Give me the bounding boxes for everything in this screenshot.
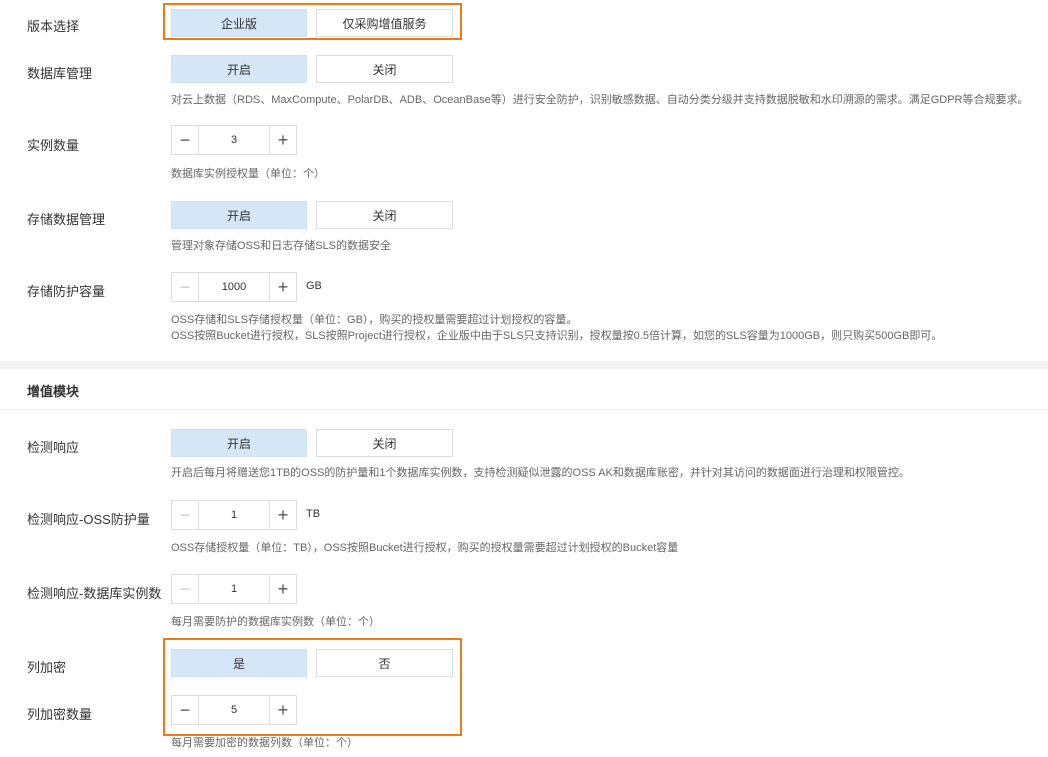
detect-oss-value[interactable]: 1 bbox=[198, 501, 270, 529]
storage-capacity-description-2: OSS按照Bucket进行授权，SLS按照Project进行授权，企业版中由于S… bbox=[171, 330, 943, 342]
db-management-on-button[interactable]: 开启 bbox=[171, 55, 307, 83]
db-management-label: 数据库管理 bbox=[27, 66, 93, 81]
plus-icon[interactable]: + bbox=[270, 126, 296, 154]
plus-icon[interactable]: + bbox=[270, 273, 296, 301]
detect-oss-label: 检测响应-OSS防护量 bbox=[27, 512, 150, 527]
minus-icon[interactable]: − bbox=[172, 126, 198, 154]
storage-capacity-description-1: OSS存储和SLS存储授权量（单位：GB），购买的授权量需要超过计划授权的容量。 bbox=[171, 314, 578, 326]
storage-management-label: 存储数据管理 bbox=[27, 212, 106, 227]
detect-response-off-button[interactable]: 关闭 bbox=[316, 429, 453, 457]
detect-db-label: 检测响应-数据库实例数 bbox=[27, 586, 162, 601]
detect-db-stepper[interactable]: − 1 + bbox=[171, 574, 297, 604]
storage-capacity-stepper[interactable]: − 1000 + bbox=[171, 272, 297, 302]
column-encrypt-count-label: 列加密数量 bbox=[27, 707, 93, 722]
column-encrypt-highlight-box bbox=[163, 638, 462, 736]
plus-icon[interactable]: + bbox=[270, 501, 296, 529]
instance-count-description: 数据库实例授权量（单位：个） bbox=[171, 168, 325, 180]
storage-management-description: 管理对象存储OSS和日志存储SLS的数据安全 bbox=[171, 240, 392, 252]
plus-icon[interactable]: + bbox=[270, 575, 296, 603]
storage-management-off-button[interactable]: 关闭 bbox=[316, 201, 453, 229]
instance-count-stepper[interactable]: − 3 + bbox=[171, 125, 297, 155]
column-encrypt-count-description: 每月需要加密的数据列数（单位：个） bbox=[171, 737, 358, 749]
column-encrypt-label: 列加密 bbox=[27, 660, 67, 675]
instance-count-value[interactable]: 3 bbox=[198, 126, 270, 154]
detect-db-value[interactable]: 1 bbox=[198, 575, 270, 603]
storage-capacity-label: 存储防护容量 bbox=[27, 284, 106, 299]
addon-section-title: 增值模块 bbox=[27, 384, 80, 399]
minus-icon[interactable]: − bbox=[172, 501, 198, 529]
storage-capacity-unit: GB bbox=[306, 280, 322, 292]
detect-oss-description: OSS存储授权量（单位：TB），OSS按照Bucket进行授权，购买的授权量需要… bbox=[171, 542, 679, 554]
minus-icon[interactable]: − bbox=[172, 273, 198, 301]
version-highlight-box bbox=[163, 3, 462, 40]
minus-icon[interactable]: − bbox=[172, 575, 198, 603]
db-management-off-button[interactable]: 关闭 bbox=[316, 55, 453, 83]
section-divider bbox=[0, 361, 1048, 369]
version-label: 版本选择 bbox=[27, 19, 80, 34]
detect-oss-stepper[interactable]: − 1 + bbox=[171, 500, 297, 530]
db-management-description: 对云上数据（RDS、MaxCompute、PolarDB、ADB、OceanBa… bbox=[171, 94, 1029, 106]
storage-management-on-button[interactable]: 开启 bbox=[171, 201, 307, 229]
instance-count-label: 实例数量 bbox=[27, 138, 80, 153]
detect-response-description: 开启后每月将赠送您1TB的OSS的防护量和1个数据库实例数，支持检测疑似泄露的O… bbox=[171, 467, 910, 479]
detect-db-description: 每月需要防护的数据库实例数（单位：个） bbox=[171, 616, 380, 628]
storage-capacity-value[interactable]: 1000 bbox=[198, 273, 270, 301]
section-underline bbox=[0, 409, 1048, 410]
detect-oss-unit: TB bbox=[306, 508, 321, 520]
detect-response-on-button[interactable]: 开启 bbox=[171, 429, 307, 457]
detect-response-label: 检测响应 bbox=[27, 440, 80, 455]
